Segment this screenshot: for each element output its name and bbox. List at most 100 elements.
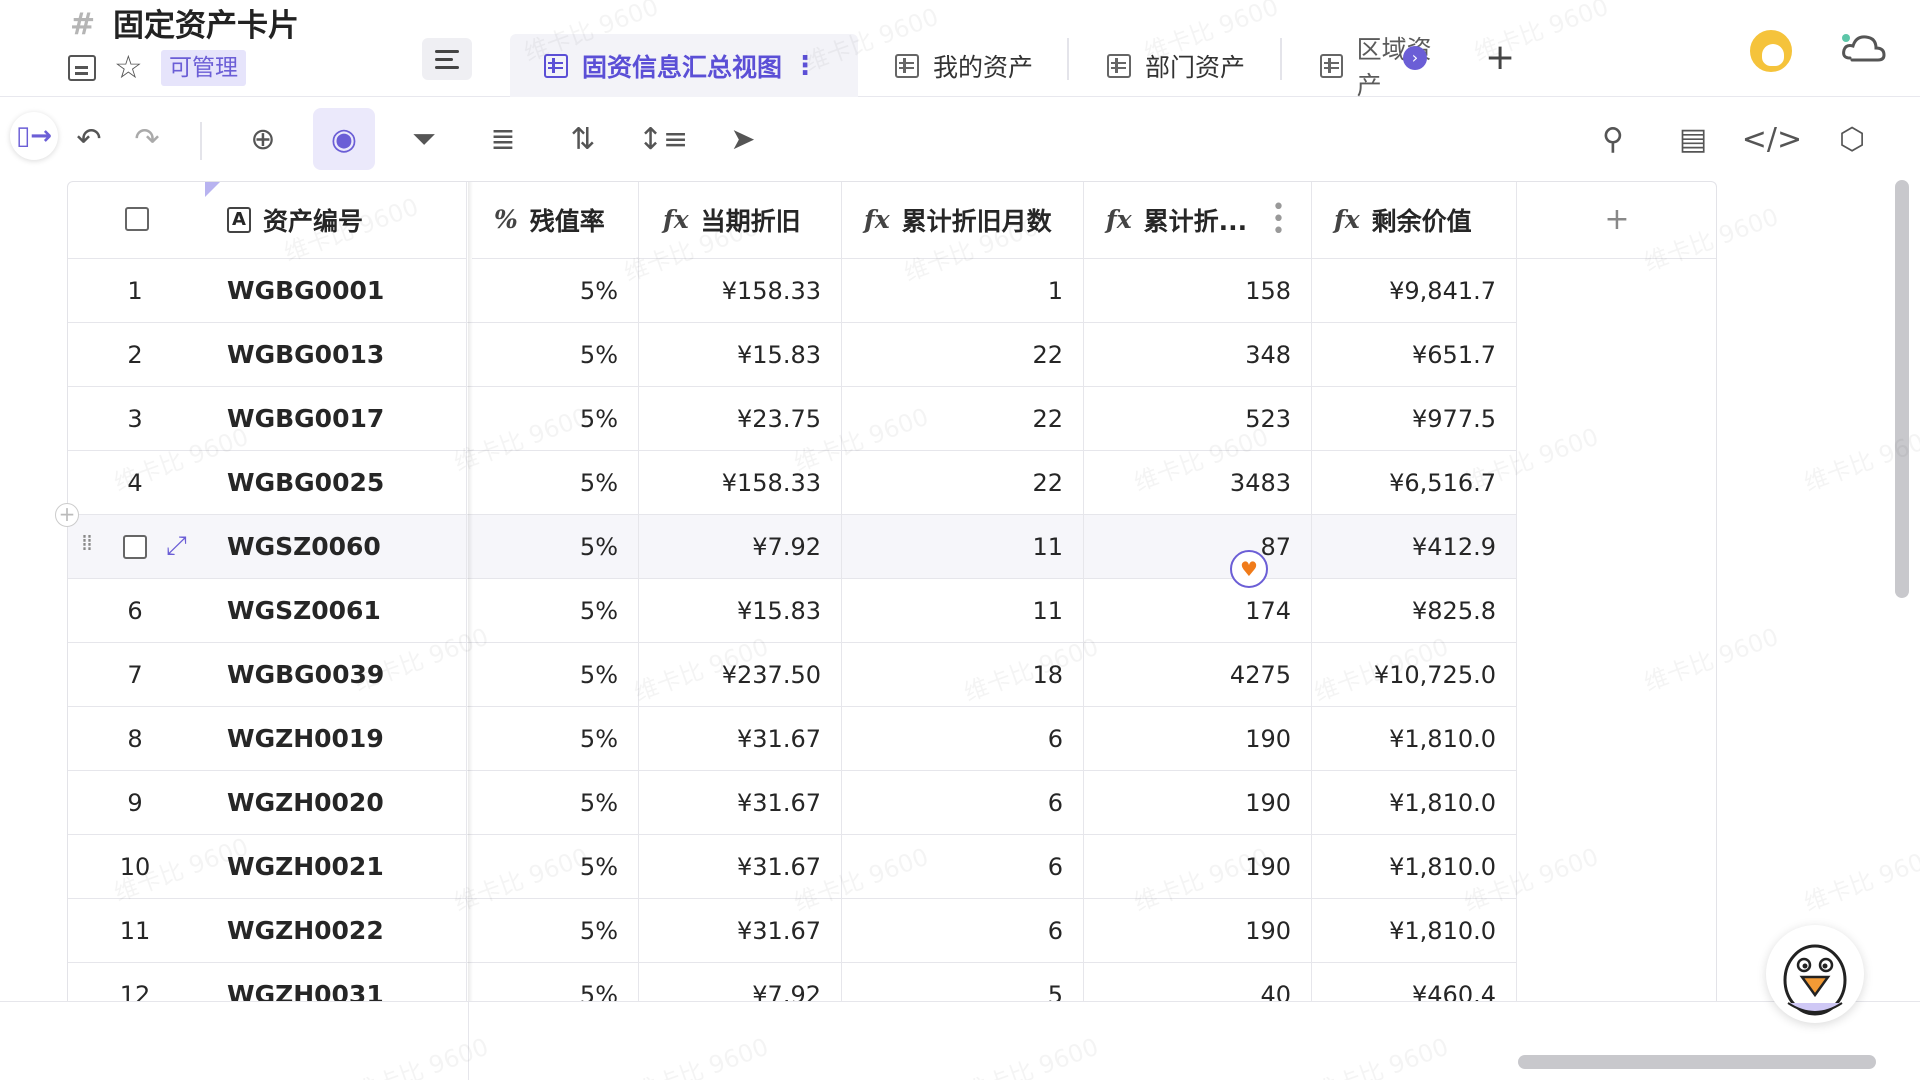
extension-icon[interactable]: ⬡: [1821, 108, 1883, 170]
form-icon[interactable]: ▤: [1662, 108, 1724, 170]
tab-more-icon[interactable]: ⋮: [792, 51, 818, 81]
cell-accumulated-months[interactable]: 6: [842, 771, 1084, 835]
add-view-button[interactable]: +: [1485, 38, 1515, 78]
cell-current-depreciation[interactable]: ¥237.50: [639, 643, 842, 707]
tab-scroll-right-icon[interactable]: ›: [1403, 46, 1427, 70]
table-row[interactable]: 8 WGZH0019 5% ¥31.67 6 190 ¥1,810.0: [67, 707, 1517, 771]
table-row[interactable]: ⁞⁞ ⤢ WGSZ0060 5% ¥7.92 11 87 ¥412.9: [67, 515, 1517, 579]
sort-icon[interactable]: ⇅: [552, 108, 614, 170]
share-icon[interactable]: ➤: [712, 108, 774, 170]
cell-accumulated-months[interactable]: 6: [842, 899, 1084, 963]
table-row[interactable]: 3 WGBG0017 5% ¥23.75 22 523 ¥977.5: [67, 387, 1517, 451]
assistant-mascot-icon[interactable]: [1766, 925, 1864, 1023]
cell-accumulated-depreciation[interactable]: 87: [1084, 515, 1312, 579]
cell-asset-code[interactable]: WGSZ0060: [227, 515, 381, 579]
expand-record-icon[interactable]: ⤢: [166, 531, 187, 561]
tab-asset-summary-view[interactable]: 固资信息汇总视图 ⋮: [510, 34, 858, 97]
cell-current-depreciation[interactable]: ¥31.67: [639, 835, 842, 899]
cell-remaining-value[interactable]: ¥9,841.7: [1312, 259, 1517, 323]
cell-asset-code[interactable]: WGBG0039: [227, 643, 384, 707]
cell-remaining-value[interactable]: ¥1,810.0: [1312, 835, 1517, 899]
cell-residual-rate[interactable]: 5%: [472, 899, 639, 963]
cell-residual-rate[interactable]: 5%: [472, 963, 639, 1001]
cell-asset-code[interactable]: WGZH0031: [227, 963, 384, 1001]
cell-accumulated-depreciation[interactable]: 174: [1084, 579, 1312, 643]
cell-accumulated-months[interactable]: 22: [842, 387, 1084, 451]
cell-asset-code[interactable]: WGBG0001: [227, 259, 384, 323]
add-record-icon[interactable]: ⊕: [232, 108, 294, 170]
cell-current-depreciation[interactable]: ¥7.92: [639, 515, 842, 579]
column-header-accumulated-months[interactable]: fx 累计折旧月数: [842, 181, 1084, 259]
cell-accumulated-months[interactable]: 22: [842, 323, 1084, 387]
row-checkbox[interactable]: [123, 535, 147, 559]
user-avatar[interactable]: [1748, 28, 1794, 74]
cell-current-depreciation[interactable]: ¥158.33: [639, 451, 842, 515]
cell-accumulated-months[interactable]: 22: [842, 451, 1084, 515]
code-icon[interactable]: </>: [1741, 108, 1803, 170]
cell-accumulated-depreciation[interactable]: 190: [1084, 899, 1312, 963]
tab-my-assets[interactable]: 我的资产: [895, 34, 1033, 97]
cell-accumulated-months[interactable]: 11: [842, 515, 1084, 579]
redo-icon[interactable]: ↷: [116, 108, 178, 170]
cell-remaining-value[interactable]: ¥825.8: [1312, 579, 1517, 643]
column-menu-icon[interactable]: • • •: [1272, 197, 1285, 243]
cell-asset-code[interactable]: WGSZ0061: [227, 579, 381, 643]
cell-residual-rate[interactable]: 5%: [472, 643, 639, 707]
view-visible-icon[interactable]: ◉: [313, 108, 375, 170]
horizontal-scrollbar[interactable]: [1518, 1055, 1876, 1069]
row-height-icon[interactable]: ↕≡: [632, 108, 694, 170]
cell-asset-code[interactable]: WGZH0019: [227, 707, 384, 771]
cell-remaining-value[interactable]: ¥412.9: [1312, 515, 1517, 579]
cell-current-depreciation[interactable]: ¥7.92: [639, 963, 842, 1001]
cell-remaining-value[interactable]: ¥651.7: [1312, 323, 1517, 387]
cell-residual-rate[interactable]: 5%: [472, 259, 639, 323]
cell-remaining-value[interactable]: ¥1,810.0: [1312, 899, 1517, 963]
add-column-button[interactable]: +: [1517, 181, 1717, 259]
cell-accumulated-months[interactable]: 1: [842, 259, 1084, 323]
cell-remaining-value[interactable]: ¥6,516.7: [1312, 451, 1517, 515]
cell-residual-rate[interactable]: 5%: [472, 707, 639, 771]
cell-accumulated-depreciation[interactable]: 348: [1084, 323, 1312, 387]
cell-accumulated-depreciation[interactable]: 190: [1084, 771, 1312, 835]
description-icon[interactable]: [68, 55, 96, 81]
column-header-remaining-value[interactable]: fx 剩余价值: [1312, 181, 1517, 259]
group-icon[interactable]: ≣: [472, 108, 534, 170]
cell-remaining-value[interactable]: ¥460.4: [1312, 963, 1517, 1001]
cloud-sync-icon[interactable]: [1838, 28, 1890, 68]
cell-accumulated-months[interactable]: 6: [842, 707, 1084, 771]
tab-department-assets[interactable]: 部门资产: [1107, 34, 1245, 97]
cell-current-depreciation[interactable]: ¥15.83: [639, 579, 842, 643]
cell-accumulated-depreciation[interactable]: 190: [1084, 835, 1312, 899]
cell-accumulated-months[interactable]: 11: [842, 579, 1084, 643]
cell-accumulated-depreciation[interactable]: 40: [1084, 963, 1312, 1001]
cell-residual-rate[interactable]: 5%: [472, 771, 639, 835]
cell-remaining-value[interactable]: ¥1,810.0: [1312, 707, 1517, 771]
cell-residual-rate[interactable]: 5%: [472, 579, 639, 643]
filter-icon[interactable]: ⏷: [393, 108, 455, 170]
table-row[interactable]: 4 WGBG0025 5% ¥158.33 22 3483 ¥6,516.7: [67, 451, 1517, 515]
cell-asset-code[interactable]: WGZH0020: [227, 771, 384, 835]
cell-accumulated-months[interactable]: 6: [842, 835, 1084, 899]
cell-asset-code[interactable]: WGBG0025: [227, 451, 384, 515]
vertical-scrollbar[interactable]: [1895, 180, 1909, 598]
collaborator-avatar[interactable]: ♥: [1230, 550, 1268, 588]
cell-accumulated-depreciation[interactable]: 523: [1084, 387, 1312, 451]
cell-residual-rate[interactable]: 5%: [472, 323, 639, 387]
insert-row-icon[interactable]: +: [55, 503, 79, 527]
search-icon[interactable]: ⚲: [1582, 108, 1644, 170]
table-row[interactable]: 2 WGBG0013 5% ¥15.83 22 348 ¥651.7: [67, 323, 1517, 387]
cell-asset-code[interactable]: WGBG0017: [227, 387, 384, 451]
cell-current-depreciation[interactable]: ¥31.67: [639, 771, 842, 835]
cell-accumulated-months[interactable]: 18: [842, 643, 1084, 707]
cell-accumulated-depreciation[interactable]: 4275: [1084, 643, 1312, 707]
cell-residual-rate[interactable]: 5%: [472, 515, 639, 579]
cell-current-depreciation[interactable]: ¥31.67: [639, 707, 842, 771]
table-row[interactable]: 12 WGZH0031 5% ¥7.92 5 40 ¥460.4: [67, 963, 1517, 1001]
table-row[interactable]: 9 WGZH0020 5% ¥31.67 6 190 ¥1,810.0: [67, 771, 1517, 835]
table-row[interactable]: 6 WGSZ0061 5% ¥15.83 11 174 ¥825.8: [67, 579, 1517, 643]
cell-accumulated-depreciation[interactable]: 190: [1084, 707, 1312, 771]
column-header-residual-rate[interactable]: % 残值率: [472, 181, 639, 259]
cell-current-depreciation[interactable]: ¥31.67: [639, 899, 842, 963]
cell-remaining-value[interactable]: ¥1,810.0: [1312, 771, 1517, 835]
table-row[interactable]: 10 WGZH0021 5% ¥31.67 6 190 ¥1,810.0: [67, 835, 1517, 899]
